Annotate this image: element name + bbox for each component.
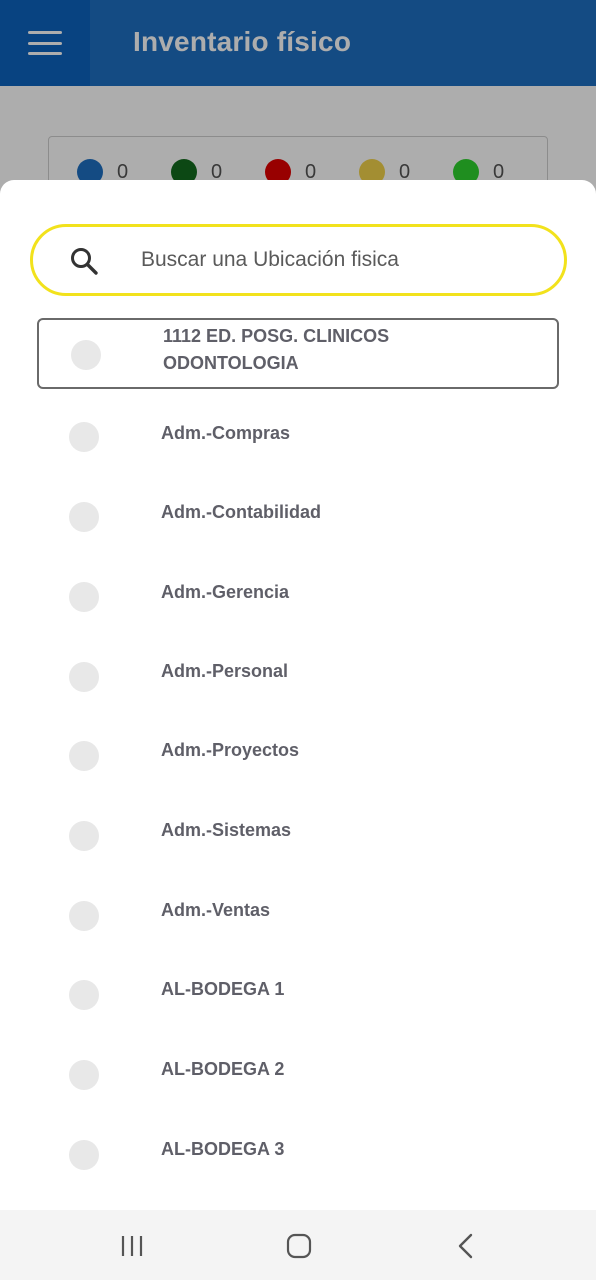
list-item[interactable]: Adm.-Proyectos — [37, 718, 559, 797]
search-bar[interactable] — [30, 224, 567, 296]
location-label: Adm.-Contabilidad — [161, 502, 321, 522]
radio-button[interactable] — [69, 741, 99, 771]
location-label: Adm.-Compras — [161, 423, 291, 443]
list-item[interactable]: AL-BODEGA 3 — [37, 1118, 559, 1197]
location-label: Adm.-Proyectos — [161, 740, 300, 760]
home-button[interactable] — [279, 1230, 319, 1262]
location-label: 1112 ED. POSG. CLINICOS ODONTOLOGIA — [163, 326, 390, 373]
list-item[interactable]: AL-BODEGA 1 — [37, 958, 559, 1037]
back-button[interactable] — [446, 1230, 486, 1262]
radio-button[interactable] — [69, 582, 99, 612]
list-item[interactable]: Adm.-Gerencia — [37, 558, 559, 637]
list-item[interactable]: Adm.-Ventas — [37, 878, 559, 957]
search-icon — [71, 248, 98, 275]
location-picker-sheet: 1112 ED. POSG. CLINICOSODONTOLOGIA Adm.-… — [0, 180, 596, 1210]
location-label: Adm.-Ventas — [161, 900, 271, 920]
recent-apps-icon — [121, 1236, 143, 1256]
radio-button[interactable] — [69, 662, 99, 692]
location-label: Adm.-Gerencia — [161, 582, 290, 602]
location-label: AL-BODEGA 1 — [161, 979, 285, 999]
location-label: Adm.-Personal — [161, 661, 289, 681]
list-item[interactable]: Adm.-Sistemas — [37, 798, 559, 877]
radio-button[interactable] — [71, 340, 101, 370]
radio-button[interactable] — [69, 502, 99, 532]
list-item[interactable]: AL-BODEGA 2 — [37, 1038, 559, 1117]
radio-button[interactable] — [69, 422, 99, 452]
radio-button[interactable] — [69, 821, 99, 851]
location-label: Adm.-Sistemas — [161, 820, 292, 840]
back-icon — [458, 1233, 473, 1259]
list-item[interactable]: Adm.-Contabilidad — [37, 478, 559, 557]
home-icon — [286, 1233, 312, 1259]
radio-button[interactable] — [69, 1140, 99, 1170]
radio-button[interactable] — [69, 1060, 99, 1090]
list-item[interactable]: Adm.-Compras — [37, 398, 559, 477]
location-label: AL-BODEGA 3 — [161, 1139, 285, 1159]
system-nav-bar — [0, 1210, 596, 1280]
recent-apps-button[interactable] — [112, 1230, 152, 1262]
radio-button[interactable] — [69, 901, 99, 931]
radio-button[interactable] — [69, 980, 99, 1010]
search-input[interactable] — [141, 241, 541, 279]
list-item[interactable]: Adm.-Personal — [37, 638, 559, 717]
list-item[interactable]: 1112 ED. POSG. CLINICOS ODONTOLOGIA — [37, 318, 559, 389]
location-label: AL-BODEGA 2 — [161, 1059, 285, 1079]
